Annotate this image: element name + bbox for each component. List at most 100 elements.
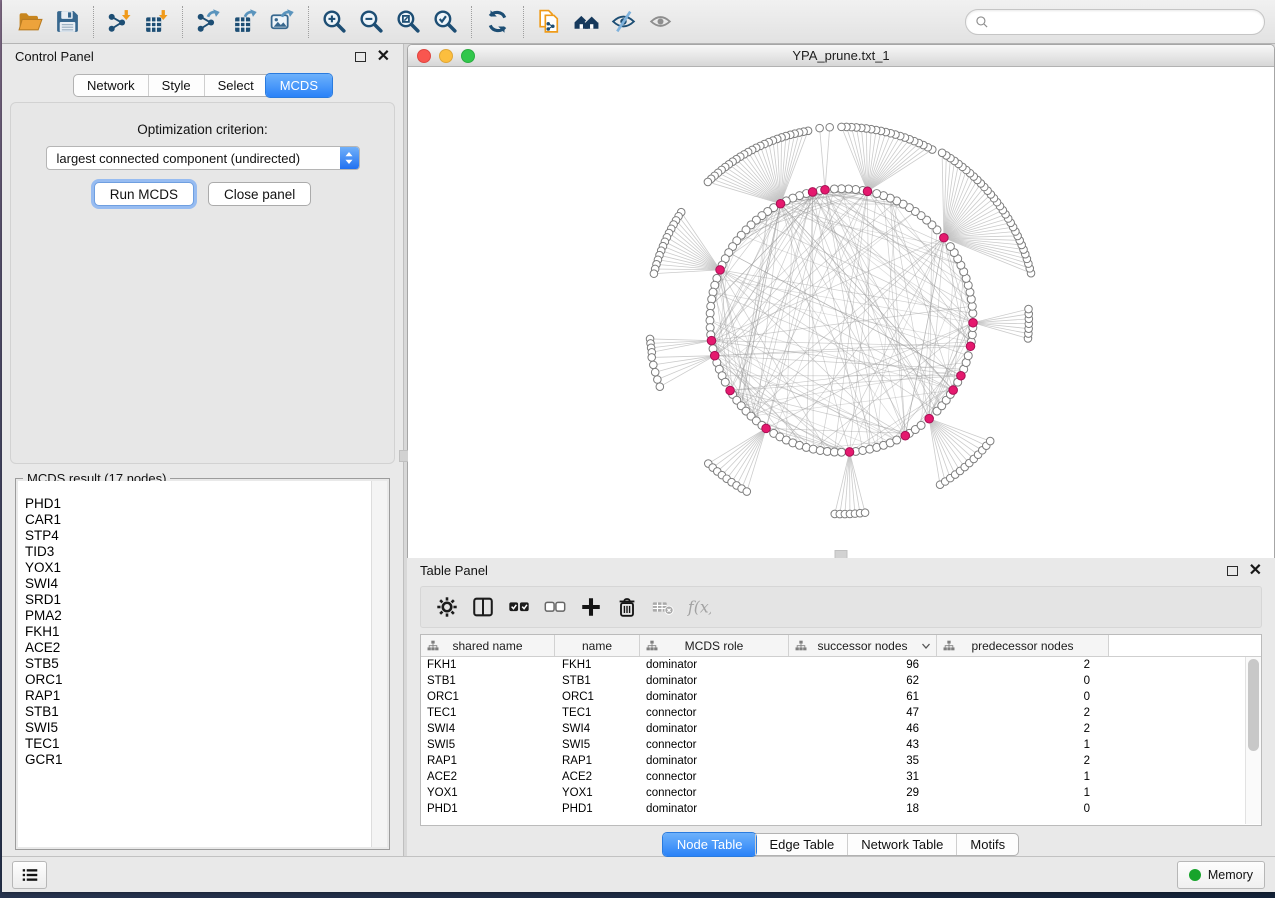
column-header-name[interactable]: name <box>555 635 640 656</box>
table-row[interactable]: SWI5SWI5connector431 <box>421 737 1261 753</box>
control-panel-tabs: NetworkStyleSelectMCDS <box>2 74 403 97</box>
tab-edge-table[interactable]: Edge Table <box>755 834 847 855</box>
mcds-result-item[interactable]: SRD1 <box>18 592 387 608</box>
network-graph[interactable] <box>408 67 1274 558</box>
network-window-titlebar[interactable]: YPA_prune.txt_1 <box>408 45 1274 67</box>
table-cell: 61 <box>786 691 933 703</box>
show-panels-button[interactable] <box>12 861 47 889</box>
table-scrollbar[interactable] <box>1245 657 1261 824</box>
table-panel-title: Table Panel <box>420 563 488 578</box>
control-panel-title: Control Panel <box>15 49 94 64</box>
table-cell: ORC1 <box>421 691 554 703</box>
add-column-button[interactable] <box>573 591 609 623</box>
network-from-selection-button[interactable] <box>531 5 568 39</box>
select-all-rows-button[interactable] <box>501 591 537 623</box>
table-row[interactable]: FKH1FKH1dominator962 <box>421 657 1261 673</box>
close-panel-icon[interactable]: ✕ <box>377 49 390 65</box>
table-row[interactable]: RAP1RAP1dominator352 <box>421 753 1261 769</box>
delete-column-button[interactable] <box>609 591 645 623</box>
tab-network[interactable]: Network <box>74 75 148 96</box>
tab-select[interactable]: Select <box>204 75 267 96</box>
close-traffic-light[interactable] <box>417 49 431 63</box>
search-icon <box>974 14 990 30</box>
column-header-shared-name[interactable]: shared name <box>421 635 555 656</box>
table-row[interactable]: SWI4SWI4dominator462 <box>421 721 1261 737</box>
import-network-button[interactable] <box>101 5 138 39</box>
optimization-select[interactable]: largest connected component (undirected) <box>46 146 360 170</box>
mcds-result-item[interactable]: STB1 <box>18 704 387 720</box>
export-table-button[interactable] <box>227 5 264 39</box>
tab-style[interactable]: Style <box>148 75 204 96</box>
table-row[interactable]: YOX1YOX1connector291 <box>421 785 1261 801</box>
mcds-result-item[interactable]: STP4 <box>18 528 387 544</box>
table-row[interactable]: ORC1ORC1dominator610 <box>421 689 1261 705</box>
mcds-result-item[interactable]: SWI4 <box>18 576 387 592</box>
horizontal-splitter-grip[interactable] <box>835 550 848 558</box>
export-network-button[interactable] <box>190 5 227 39</box>
tab-mcds[interactable]: MCDS <box>266 74 332 97</box>
mcds-result-item[interactable]: RAP1 <box>18 688 387 704</box>
mcds-list-scrollbar[interactable] <box>371 481 387 847</box>
zoom-in-button[interactable] <box>316 5 353 39</box>
table-cell: RAP1 <box>554 755 638 767</box>
mcds-result-item[interactable]: FKH1 <box>18 624 387 640</box>
houses-icon <box>573 8 600 35</box>
float-panel-icon[interactable] <box>355 52 366 62</box>
table-cell: SWI5 <box>421 739 554 751</box>
mcds-result-item[interactable]: GCR1 <box>18 752 387 768</box>
hide-selected-button[interactable] <box>605 5 642 39</box>
table-cell: 1 <box>933 787 1104 799</box>
first-neighbors-button[interactable] <box>568 5 605 39</box>
tab-node-table[interactable]: Node Table <box>663 833 757 856</box>
tab-network-table[interactable]: Network Table <box>847 834 956 855</box>
trash-icon <box>615 595 639 619</box>
mcds-result-item[interactable]: PMA2 <box>18 608 387 624</box>
zoom-out-button[interactable] <box>353 5 390 39</box>
zoom-fit-button[interactable] <box>390 5 427 39</box>
close-panel-button[interactable]: Close panel <box>208 182 311 206</box>
search-input[interactable] <box>990 14 1256 30</box>
minimize-traffic-light[interactable] <box>439 49 453 63</box>
mcds-result-item[interactable]: ORC1 <box>18 672 387 688</box>
columns-icon <box>471 595 495 619</box>
column-header-MCDS-role[interactable]: MCDS role <box>640 635 789 656</box>
table-cell: 1 <box>933 771 1104 783</box>
table-row[interactable]: TEC1TEC1connector472 <box>421 705 1261 721</box>
open-file-button[interactable] <box>12 5 49 39</box>
table-cell: connector <box>638 771 786 783</box>
export-image-button[interactable] <box>264 5 301 39</box>
close-table-panel-icon[interactable]: ✕ <box>1249 563 1262 579</box>
import-table-button[interactable] <box>138 5 175 39</box>
column-header-successor-nodes[interactable]: successor nodes <box>789 635 937 656</box>
table-scrollbar-thumb[interactable] <box>1248 659 1259 751</box>
unselect-all-rows-button[interactable] <box>537 591 573 623</box>
memory-status-icon <box>1189 869 1201 881</box>
mcds-result-item[interactable]: CAR1 <box>18 512 387 528</box>
column-visibility-button[interactable] <box>465 591 501 623</box>
table-cell: ORC1 <box>554 691 638 703</box>
table-row[interactable]: PHD1PHD1dominator180 <box>421 801 1261 817</box>
column-header-predecessor-nodes[interactable]: predecessor nodes <box>937 635 1109 656</box>
mcds-result-item[interactable]: ACE2 <box>18 640 387 656</box>
save-session-button[interactable] <box>49 5 86 39</box>
apply-layout-button[interactable] <box>479 5 516 39</box>
mcds-result-item[interactable]: SWI5 <box>18 720 387 736</box>
tab-motifs[interactable]: Motifs <box>956 834 1018 855</box>
network-canvas[interactable] <box>408 67 1274 558</box>
mcds-result-item[interactable]: YOX1 <box>18 560 387 576</box>
mcds-result-item[interactable]: PHD1 <box>18 496 387 512</box>
zoom-selected-button[interactable] <box>427 5 464 39</box>
run-mcds-button[interactable]: Run MCDS <box>94 182 194 206</box>
mcds-result-item[interactable]: STB5 <box>18 656 387 672</box>
maximize-traffic-light[interactable] <box>461 49 475 63</box>
table-row[interactable]: STB1STB1dominator620 <box>421 673 1261 689</box>
mcds-result-list[interactable]: PHD1CAR1STP4TID3YOX1SWI4SRD1PMA2FKH1ACE2… <box>18 481 387 847</box>
mcds-result-item[interactable]: TID3 <box>18 544 387 560</box>
table-row[interactable]: ACE2ACE2connector311 <box>421 769 1261 785</box>
table-cell: YOX1 <box>421 787 554 799</box>
memory-button[interactable]: Memory <box>1177 861 1265 889</box>
table-settings-button[interactable] <box>429 591 465 623</box>
table-cell: 62 <box>786 675 933 687</box>
float-table-panel-icon[interactable] <box>1227 566 1238 576</box>
mcds-result-item[interactable]: TEC1 <box>18 736 387 752</box>
